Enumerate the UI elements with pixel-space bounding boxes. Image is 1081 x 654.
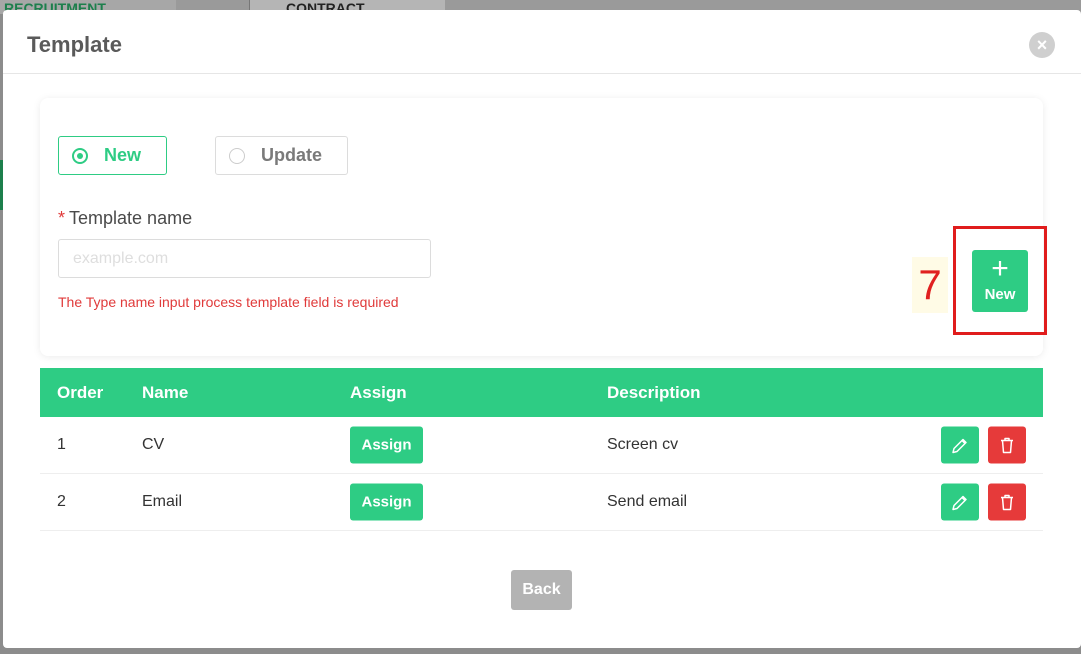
row-name: Email xyxy=(142,493,183,510)
pencil-icon xyxy=(952,438,967,453)
modal-header: Template × xyxy=(3,10,1081,74)
table-row: 1 CV Assign Screen cv xyxy=(40,417,1043,474)
radio-new-label: New xyxy=(104,145,142,165)
plus-icon: + xyxy=(991,252,1009,285)
edit-button[interactable] xyxy=(941,483,979,521)
add-new-step-label: New xyxy=(984,286,1016,303)
row-description: Screen cv xyxy=(607,436,679,453)
table-row: 2 Email Assign Send email xyxy=(40,474,1043,531)
row-order: 2 xyxy=(57,493,66,510)
template-name-label: * Template name xyxy=(58,208,192,229)
step-annotation-number: 7 xyxy=(912,257,948,313)
assign-button[interactable]: Assign xyxy=(350,426,423,464)
header-description: Description xyxy=(607,382,701,402)
template-name-error: The Type name input process template fie… xyxy=(58,294,399,310)
modal-title: Template xyxy=(27,32,122,57)
edit-button[interactable] xyxy=(941,426,979,464)
steps-table: Order Name Assign Description 1 CV Assig… xyxy=(40,368,1043,531)
trash-icon xyxy=(1001,437,1013,453)
delete-button[interactable] xyxy=(988,426,1026,464)
assign-button[interactable]: Assign xyxy=(350,483,423,521)
template-modal: Template × New Update *Template name The… xyxy=(3,10,1081,648)
trash-icon xyxy=(1001,494,1013,510)
row-description: Send email xyxy=(607,493,688,510)
radio-new-option[interactable]: New xyxy=(58,136,167,175)
delete-button[interactable] xyxy=(988,483,1026,521)
row-name: CV xyxy=(142,436,165,453)
radio-unchecked-icon xyxy=(229,147,245,164)
row-order: 1 xyxy=(57,436,66,453)
template-name-input[interactable] xyxy=(58,239,431,278)
template-name-label-text: Template name xyxy=(69,208,193,228)
pencil-icon xyxy=(952,495,967,510)
table-header: Order Name Assign Description xyxy=(40,368,1043,417)
add-new-step-button[interactable]: + New xyxy=(972,250,1028,312)
close-button[interactable]: × xyxy=(1029,32,1055,58)
required-mark: * xyxy=(58,208,66,228)
template-form-card: New Update *Template name The Type name … xyxy=(40,98,1043,356)
back-button[interactable]: Back xyxy=(511,570,572,610)
radio-update-option[interactable]: Update xyxy=(215,136,348,175)
close-icon: × xyxy=(1036,35,1048,55)
header-name: Name xyxy=(142,382,189,402)
radio-checked-icon xyxy=(72,147,88,164)
radio-update-label: Update xyxy=(261,145,323,165)
header-order: Order xyxy=(57,382,104,402)
header-assign: Assign xyxy=(350,382,407,402)
